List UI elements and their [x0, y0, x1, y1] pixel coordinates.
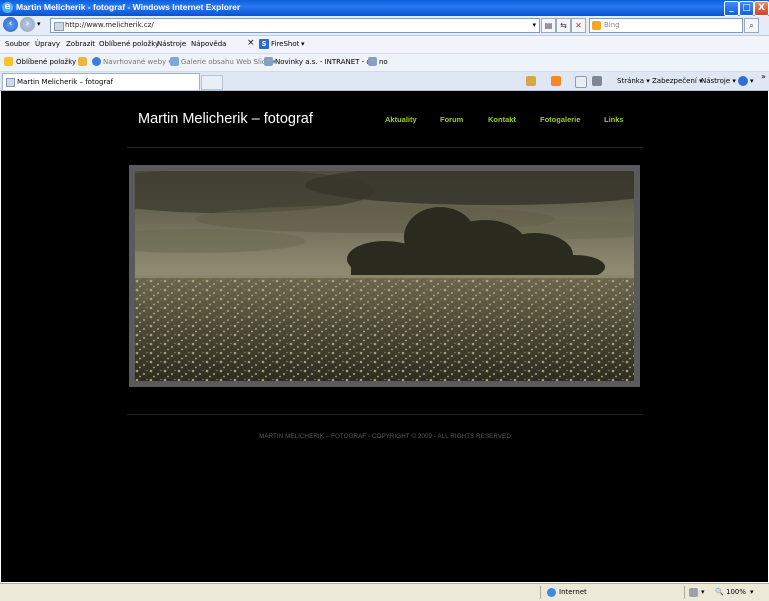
fav-suggested-sites[interactable]: Navrhované weby ▾ [103, 58, 172, 66]
nav-aktuality[interactable]: Aktuality [385, 115, 417, 124]
url-dropdown-icon[interactable]: ▾ [532, 21, 536, 29]
new-tab-button[interactable] [201, 75, 223, 90]
zoom-dropdown-icon[interactable]: ▾ [750, 588, 754, 596]
minimize-button[interactable]: _ [724, 1, 739, 16]
hero-photo [135, 171, 634, 381]
protected-dropdown-icon[interactable]: ▾ [701, 588, 705, 596]
page-content: Martin Melicherik – fotograf Aktuality F… [1, 91, 768, 582]
security-zone: Internet [559, 588, 587, 596]
mail-icon[interactable] [575, 76, 587, 88]
suggested-sites-icon [92, 57, 101, 66]
nav-links[interactable]: Links [604, 115, 624, 124]
nav-kontakt[interactable]: Kontakt [488, 115, 516, 124]
page-menu[interactable]: Stránka ▾ [617, 77, 650, 85]
nav-fotogalerie[interactable]: Fotogalerie [540, 115, 580, 124]
bing-icon [592, 21, 601, 30]
zoom-icon: 🔍 [715, 588, 724, 596]
site-title[interactable]: Martin Melicherik – fotograf [138, 111, 313, 127]
web-slice-icon [170, 57, 179, 66]
favorites-button[interactable]: Oblíbené položky [16, 58, 76, 66]
status-separator [540, 586, 541, 599]
address-input[interactable]: http://www.melicherik.cz/ ▾ [50, 18, 540, 33]
menu-edit[interactable]: Úpravy [35, 40, 60, 48]
search-input[interactable]: Bing [589, 18, 743, 33]
fav-intranet[interactable]: Novinky a.s. - INTRANET - c... [275, 58, 377, 66]
hero-image-frame [129, 165, 640, 387]
footer-divider [127, 414, 643, 415]
tools-menu[interactable]: Nástroje ▾ [701, 77, 736, 85]
status-bar: Internet ▾ 🔍 100% ▾ [0, 583, 769, 601]
forward-arrow-icon[interactable]: › [20, 17, 35, 32]
compat-view-icon[interactable]: ▤ [541, 18, 556, 33]
window-title: Martin Melicherik - fotograf - Windows I… [16, 2, 241, 12]
search-placeholder: Bing [604, 21, 620, 29]
menu-favorites[interactable]: Oblíbené položky [99, 40, 159, 48]
stop-icon[interactable]: ✕ [571, 18, 586, 33]
toolbar-close-icon[interactable]: × [247, 38, 255, 48]
refresh-icon[interactable]: ⇆ [556, 18, 571, 33]
close-button[interactable]: X [754, 1, 769, 16]
address-toolbar: ‹ › ▾ http://www.melicherik.cz/ ▾ ▤ ⇆ ✕ … [0, 16, 769, 36]
maximize-button[interactable]: □ [739, 1, 754, 16]
status-separator [684, 586, 685, 599]
page-icon [6, 78, 15, 87]
url-text: http://www.melicherik.cz/ [65, 21, 154, 29]
more-commands-icon[interactable]: » [761, 72, 766, 81]
fireshot-button[interactable]: FireShot [271, 40, 299, 48]
fav-no[interactable]: no [379, 58, 388, 66]
menu-file[interactable]: Soubor [5, 40, 30, 48]
header-divider [127, 147, 643, 148]
back-arrow-icon[interactable]: ‹ [3, 17, 18, 32]
nav-forum[interactable]: Forum [440, 115, 463, 124]
favorites-bar: Oblíbené položky Navrhované weby ▾ Galer… [0, 54, 769, 72]
globe-icon [547, 588, 556, 597]
security-menu[interactable]: Zabezpečení ▾ [652, 77, 703, 85]
fav-web-slice[interactable]: Galerie obsahu Web Slice ▾ [181, 58, 276, 66]
page-icon [368, 57, 377, 66]
history-dropdown-icon[interactable]: ▾ [37, 20, 41, 28]
menu-view[interactable]: Zobrazit [66, 40, 95, 48]
home-icon[interactable] [526, 76, 536, 86]
window-title-bar[interactable]: e Martin Melicherik - fotograf - Windows… [0, 0, 769, 16]
fireshot-dropdown-icon[interactable]: ▾ [301, 40, 305, 48]
tab-label: Martin Melicherik – fotograf [17, 78, 114, 86]
tab-bar: Martin Melicherik – fotograf Stránka ▾ Z… [0, 72, 769, 91]
add-favorite-icon[interactable] [78, 57, 87, 66]
tab-active[interactable]: Martin Melicherik – fotograf [2, 73, 200, 90]
help-dropdown-icon[interactable]: ▾ [750, 77, 754, 85]
help-icon[interactable] [738, 76, 748, 86]
fireshot-icon: S [259, 39, 269, 49]
rss-icon[interactable] [551, 76, 561, 86]
search-icon[interactable]: ⌕ [744, 18, 759, 33]
ie-logo-icon: e [2, 2, 13, 13]
page-icon [264, 57, 273, 66]
menu-tools[interactable]: Nástroje [157, 40, 186, 48]
favorites-star-icon [4, 57, 13, 66]
page-icon [54, 22, 64, 31]
print-icon[interactable] [592, 76, 602, 86]
menu-help[interactable]: Nápověda [191, 40, 226, 48]
protected-mode-icon[interactable] [689, 588, 698, 597]
zoom-level[interactable]: 100% [726, 588, 746, 596]
menu-bar: Soubor Úpravy Zobrazit Oblíbené položky … [0, 36, 769, 54]
footer-copyright: MARTIN MELICHERIK – FOTOGRAF - COPYRIGHT… [259, 433, 511, 440]
